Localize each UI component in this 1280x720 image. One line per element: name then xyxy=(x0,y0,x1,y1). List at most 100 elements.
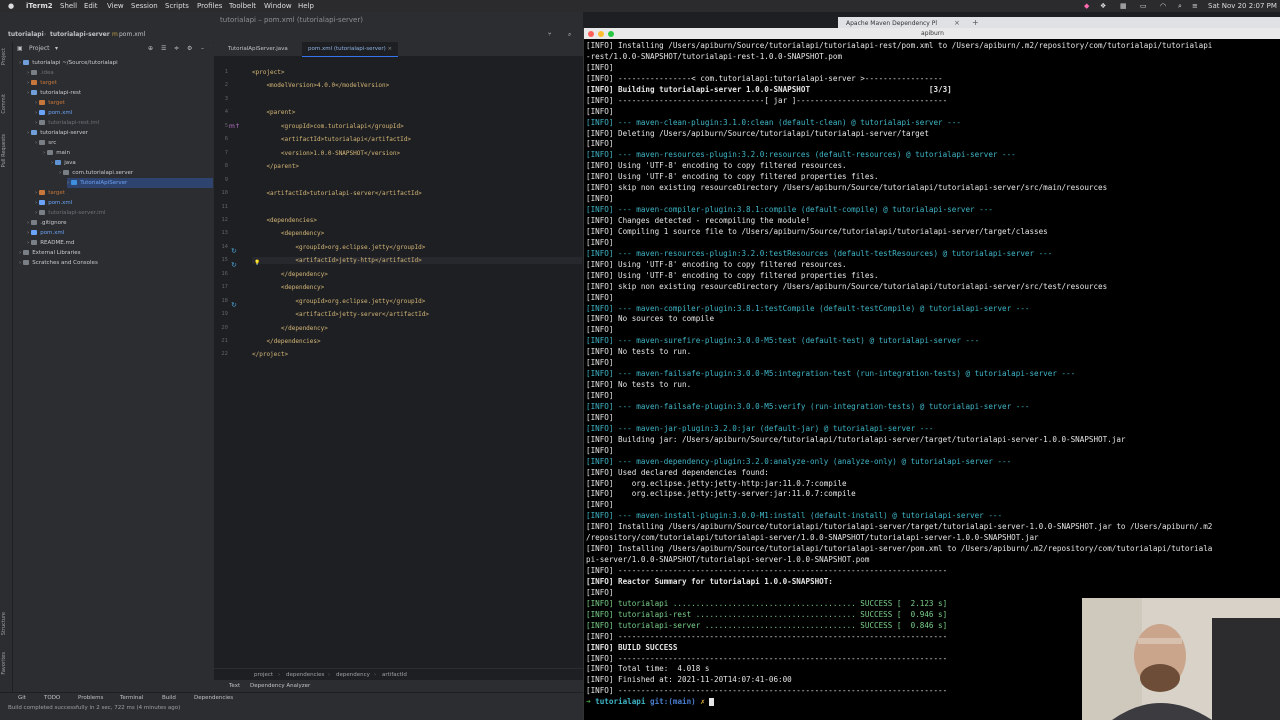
zoom-window-button[interactable] xyxy=(608,31,614,37)
chevron-icon[interactable]: › xyxy=(27,80,29,86)
dropbox-icon[interactable]: ❖ xyxy=(1100,0,1106,12)
menu-profiles[interactable]: Profiles xyxy=(197,0,222,12)
new-tab-icon[interactable]: + xyxy=(972,18,979,27)
tree-item[interactable]: › .idea xyxy=(27,68,54,78)
tree-item[interactable]: › src xyxy=(35,138,56,148)
menu-view[interactable]: View xyxy=(107,0,124,12)
vcs-icon[interactable]: ⑂ xyxy=(548,28,552,42)
tab-tutorialapiserver[interactable]: TutorialApiServer.java xyxy=(222,42,294,56)
chevron-icon[interactable]: › xyxy=(27,90,29,96)
chevron-icon[interactable]: › xyxy=(27,230,29,236)
chevron-icon[interactable]: › xyxy=(19,250,21,256)
chevron-icon[interactable]: › xyxy=(27,220,29,226)
chevron-icon[interactable]: › xyxy=(35,120,37,126)
tree-item[interactable]: › target xyxy=(27,78,57,88)
hide-icon[interactable]: – xyxy=(201,42,204,56)
control-center-icon[interactable]: ≡ xyxy=(1192,0,1198,12)
menu-edit[interactable]: Edit xyxy=(84,0,98,12)
menu-shell[interactable]: Shell xyxy=(60,0,77,12)
close-icon[interactable]: × xyxy=(954,19,960,27)
nav-module[interactable]: tutorialapi-server xyxy=(50,28,110,42)
chevron-icon[interactable]: › xyxy=(19,60,21,66)
menu-extra-icon[interactable]: ▦ xyxy=(1120,0,1127,12)
expand-all-icon[interactable]: ≑ xyxy=(174,42,179,56)
chevron-icon[interactable]: › xyxy=(19,260,21,266)
apple-icon[interactable]: ● xyxy=(8,0,14,12)
tree-item[interactable]: › tutorialapi-server.iml xyxy=(35,208,106,218)
pull-requests-tool-label[interactable]: Pull Requests xyxy=(1,134,7,167)
project-panel-title[interactable]: Project xyxy=(29,42,50,56)
status-icon[interactable]: ◆ xyxy=(1084,0,1089,12)
chevron-icon[interactable]: › xyxy=(51,160,53,166)
chevron-icon[interactable]: › xyxy=(27,240,29,246)
project-tool-label[interactable]: Project xyxy=(1,48,7,65)
chevron-icon[interactable]: › xyxy=(35,210,37,216)
file-icon xyxy=(39,140,46,145)
nav-project[interactable]: tutorialapi xyxy=(8,28,44,42)
wifi-icon[interactable]: ◠ xyxy=(1160,0,1166,12)
tree-item[interactable]: › pom.xml xyxy=(35,108,72,118)
menu-session[interactable]: Session xyxy=(131,0,158,12)
structure-tool-label[interactable]: Structure xyxy=(1,612,7,635)
dependency-update-icon[interactable]: ↻ xyxy=(231,301,237,309)
project-tree: › tutorialapi ~/Source/tutorialapi › .idea ›… xyxy=(13,58,213,358)
tree-item[interactable]: › External Libraries xyxy=(19,248,81,258)
nav-sep: › xyxy=(106,31,109,38)
tree-item[interactable]: › Scratches and Consoles xyxy=(19,258,98,268)
close-window-button[interactable] xyxy=(588,31,594,37)
menu-scripts[interactable]: Scripts xyxy=(165,0,189,12)
tree-item[interactable]: › tutorialapi-rest xyxy=(27,88,81,98)
tree-item[interactable]: › TutorialApiServer xyxy=(67,178,213,188)
close-icon[interactable]: × xyxy=(388,46,393,52)
battery-icon[interactable]: ▭ xyxy=(1140,0,1147,12)
maven-parent-icon[interactable]: m↑ xyxy=(229,123,240,130)
favorites-tool-label[interactable]: Favorites xyxy=(1,652,7,675)
chevron-down-icon[interactable]: ▾ xyxy=(55,42,58,56)
code-editor[interactable]: 1 <project> 2 <modelVersion>4.0.0</modelVe… xyxy=(214,57,583,667)
tree-item[interactable]: › target xyxy=(35,188,65,198)
tree-item[interactable]: › tutorialapi-rest.iml xyxy=(35,118,99,128)
chevron-icon[interactable]: › xyxy=(27,70,29,76)
chevron-icon[interactable]: › xyxy=(67,180,69,186)
subtab-dependency-analyzer[interactable]: Dependency Analyzer xyxy=(250,680,310,692)
tree-item[interactable]: › tutorialapi-server xyxy=(27,128,88,138)
chevron-icon[interactable]: › xyxy=(35,100,37,106)
locate-icon[interactable]: ⊕ xyxy=(148,42,153,56)
tab-pom-xml[interactable]: pom.xml (tutorialapi-server) × xyxy=(302,42,399,57)
menu-app-name[interactable]: iTerm2 xyxy=(26,0,53,12)
menu-toolbelt[interactable]: Toolbelt xyxy=(229,0,256,12)
gear-icon[interactable]: ⚙ xyxy=(187,42,192,56)
lightbulb-icon[interactable]: 💡 xyxy=(254,260,260,266)
dependency-update-icon[interactable]: ↻ xyxy=(231,261,237,269)
nav-file[interactable]: pom.xml xyxy=(119,28,145,42)
browser-tab-title[interactable]: Apache Maven Dependency Pl xyxy=(846,20,937,27)
tree-item[interactable]: › target xyxy=(35,98,65,108)
chevron-icon[interactable]: › xyxy=(27,130,29,136)
tree-item[interactable]: › main xyxy=(43,148,70,158)
chevron-icon[interactable]: › xyxy=(35,110,37,116)
menu-help[interactable]: Help xyxy=(298,0,314,12)
minimize-window-button[interactable] xyxy=(598,31,604,37)
line-number: 17 xyxy=(221,284,228,291)
tree-item[interactable]: › pom.xml xyxy=(35,198,72,208)
tree-item[interactable]: › java xyxy=(51,158,76,168)
editor-area: TutorialApiServer.java pom.xml (tutorial… xyxy=(214,42,583,693)
search-everywhere-icon[interactable]: ⌕ xyxy=(568,28,571,42)
tree-item[interactable]: › pom.xml xyxy=(27,228,64,238)
chevron-icon[interactable]: › xyxy=(35,190,37,196)
dependency-update-icon[interactable]: ↻ xyxy=(231,247,237,255)
menu-window[interactable]: Window xyxy=(264,0,292,12)
tree-item[interactable]: › .gitignore xyxy=(27,218,67,228)
tree-item[interactable]: › com.tutorialapi.server xyxy=(59,168,133,178)
chevron-icon[interactable]: › xyxy=(35,200,37,206)
chevron-icon[interactable]: › xyxy=(35,140,37,146)
chevron-icon[interactable]: › xyxy=(43,150,45,156)
commit-tool-label[interactable]: Commit xyxy=(1,94,7,114)
status-message[interactable]: Build completed successfully in 2 sec, 7… xyxy=(8,702,180,714)
chevron-icon[interactable]: › xyxy=(59,170,61,176)
tree-item[interactable]: › README.md xyxy=(27,238,74,248)
menubar-clock[interactable]: Sat Nov 20 2:07 PM xyxy=(1208,0,1277,12)
tree-item[interactable]: › tutorialapi ~/Source/tutorialapi xyxy=(19,58,118,68)
collapse-all-icon[interactable]: ☰ xyxy=(161,42,166,56)
search-icon[interactable]: ⌕ xyxy=(1178,0,1182,12)
